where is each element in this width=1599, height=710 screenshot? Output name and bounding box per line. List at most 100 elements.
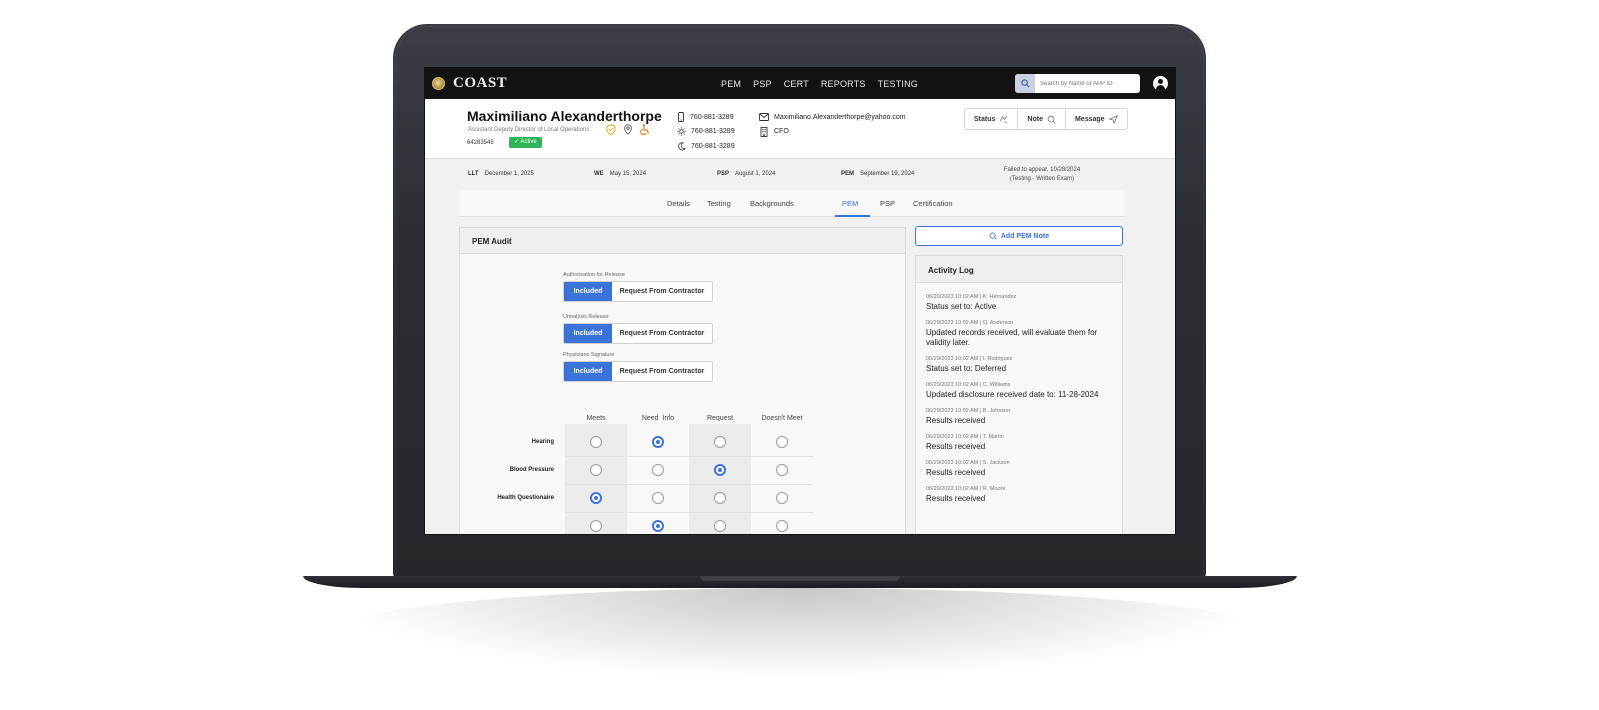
log-entry: 06/29/2023 10:02 AM | S. Jackson Results … [926,460,1106,478]
radio-option[interactable] [652,520,664,532]
sun-icon [677,127,686,136]
send-icon [1108,114,1118,124]
add-pem-note-button[interactable]: Add PEM Note [915,226,1123,246]
log-entry-text: Results received [926,468,986,477]
radio-option[interactable] [590,520,602,532]
date-psp: PSP August 1, 2024 [717,171,775,177]
nav-item-psp[interactable]: PSP [753,79,772,89]
radio-option[interactable] [714,436,726,448]
accessibility-icon [639,124,650,135]
physicians-signature-included-option[interactable]: Included [564,362,612,381]
nav-item-reports[interactable]: REPORTS [821,79,866,89]
tab-certification[interactable]: Certification [913,199,953,208]
status-button[interactable]: Status [965,109,1019,129]
radio-option[interactable] [714,464,726,476]
authorization-request-option[interactable]: Request From Contractor [612,282,712,301]
person-name: Maximiliano Alexanderthorpe [467,108,662,124]
email-address[interactable]: Maximiliano.Alexanderthorpe@yahoo.com [774,114,906,121]
radio-option[interactable] [652,464,664,476]
pem-audit-panel: PEM Audit Authorization for Release Incl… [459,227,906,534]
mail-icon [759,113,769,122]
user-avatar-icon[interactable] [1153,76,1168,91]
log-entry-meta: 06/29/2023 10:02 AM | T. Martin [926,434,1004,440]
date-llt-label: LLT [468,171,479,177]
pem-audit-title: PEM Audit [472,237,512,246]
column-meets: Meets [586,415,606,422]
log-entry-text: Updated records received, will evaluate … [926,328,1098,347]
tab-psp[interactable]: PSP [880,199,895,208]
app-id: 64283545 [467,140,494,146]
date-llt: LLT December 1, 2025 [468,171,534,177]
radio-option[interactable] [590,464,602,476]
urinalysis-label: Urinalysis Release [563,314,609,320]
moon-icon [678,142,686,151]
nav-item-cert[interactable]: CERT [784,79,809,89]
search-input[interactable] [1035,80,1135,87]
pem-audit-header [460,228,905,254]
log-entry-meta: 06/29/2023 10:02 AM | O. Anderson [926,320,1014,326]
column-need-info: Need Info [641,415,675,422]
failure-note-line1: Failed to appear, 10/28/2024 [1003,167,1081,173]
log-entry-text: Results received [926,442,986,451]
log-entry: 06/29/2023 10:02 AM | K. Hernandez Status… [926,294,1106,312]
row-label-blood-pressure: Blood Pressure [509,467,554,473]
radio-option[interactable] [714,520,726,532]
note-button[interactable]: Note [1018,109,1066,129]
failure-note: Failed to appear, 10/28/2024 (Testing - … [992,166,1092,184]
date-we: WE May 15, 2024 [594,171,646,177]
shield-icon [605,124,616,135]
radio-option[interactable] [652,436,664,448]
active-tab-indicator [835,215,870,217]
laptop-notch [700,576,900,581]
brand-name[interactable]: COAST [453,75,507,92]
radio-option[interactable] [590,492,602,504]
activity-log-title: Activity Log [928,266,974,275]
radio-option[interactable] [776,520,788,532]
status-button-label: Status [974,115,996,123]
radio-option[interactable] [776,464,788,476]
log-entry-text: Results received [926,494,986,503]
profile-header: Maximiliano Alexanderthorpe Assistant De… [425,99,1175,159]
radio-option[interactable] [776,436,788,448]
radio-option[interactable] [590,436,602,448]
day-phone[interactable]: 760-881-3289 [691,128,735,135]
search-box [1015,74,1140,93]
authorization-toggle: Included Request From Contractor [563,281,713,302]
log-entry-meta: 06/29/2023 10:02 AM | R. Moore [926,486,1006,492]
radio-option[interactable] [652,492,664,504]
log-entry-text: Updated disclosure received date to: 11-… [926,390,1099,399]
tab-backgrounds[interactable]: Backgrounds [750,199,794,208]
authorization-included-option[interactable]: Included [564,282,612,301]
status-icon [1000,115,1008,123]
radio-option[interactable] [776,492,788,504]
mobile-phone[interactable]: 760-881-3289 [690,114,734,121]
email-row: Maximiliano.Alexanderthorpe@yahoo.com [759,110,906,125]
date-pem-label: PEM [841,171,855,177]
message-button-label: Message [1074,115,1105,123]
profile-badges [605,124,650,135]
tab-pem[interactable]: PEM [842,199,858,208]
day-phone-row: 760-881-3289 [677,125,735,140]
status-badge: ✓ Active [509,137,542,148]
stage: COAST PEM PSP CERT REPORTS TESTING Maxim… [0,0,1599,710]
log-entry-text: Results received [926,416,986,425]
tab-details[interactable]: Details [667,199,690,208]
contact-info: Maximiliano.Alexanderthorpe@yahoo.com CF… [759,110,906,139]
nav-item-testing[interactable]: TESTING [878,79,918,89]
log-entry-meta: 06/29/2023 10:02 AM | S. Jackson [926,460,1010,466]
column-doesnt-meet: Doesn't Meet [761,415,803,422]
row-label-health-questionaire: Health Questionaire [497,495,554,501]
person-title: Assistant Deputy Director of Local Opera… [468,127,590,133]
radio-option[interactable] [714,492,726,504]
nav-item-pem[interactable]: PEM [721,79,741,89]
search-icon[interactable] [1015,74,1035,93]
tab-testing[interactable]: Testing [707,199,731,208]
urinalysis-included-option[interactable]: Included [564,324,612,343]
key-dates: LLT December 1, 2025 WE May 15, 2024 PSP Au… [425,160,1175,190]
message-button[interactable]: Message [1066,109,1127,129]
physicians-signature-request-option[interactable]: Request From Contractor [612,362,712,381]
log-entry-meta: 06/29/2023 10:02 AM | C. Williams [926,382,1011,388]
night-phone[interactable]: 760-881-3289 [691,143,735,150]
urinalysis-request-option[interactable]: Request From Contractor [612,324,712,343]
top-bar: COAST PEM PSP CERT REPORTS TESTING [425,68,1175,99]
